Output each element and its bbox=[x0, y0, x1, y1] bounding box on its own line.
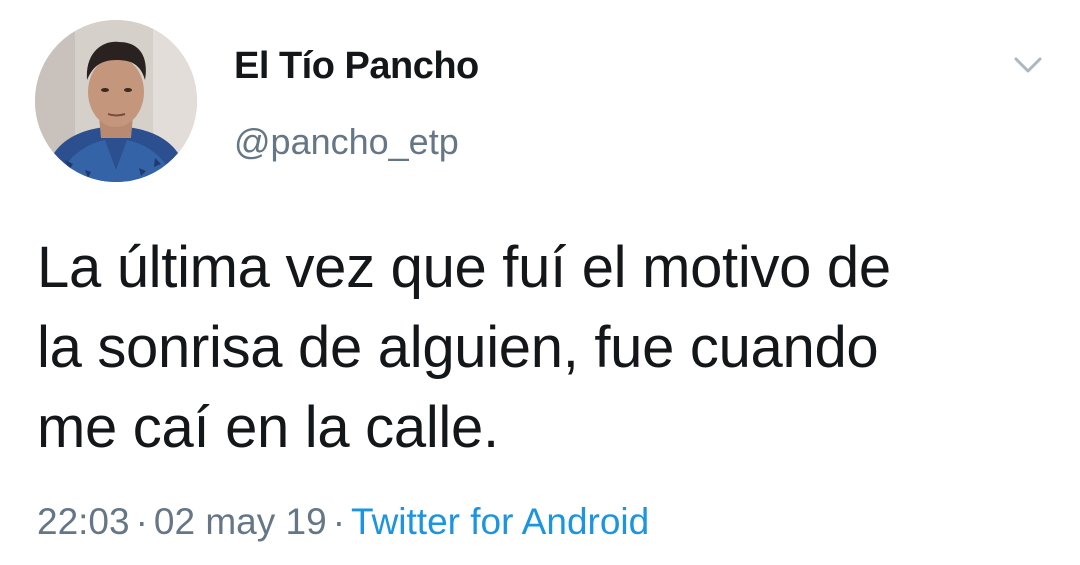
chevron-down-icon bbox=[1014, 57, 1042, 73]
display-name[interactable]: El Tío Pancho bbox=[234, 45, 479, 88]
avatar-photo-icon bbox=[35, 20, 197, 182]
tweet-source-link[interactable]: Twitter for Android bbox=[351, 501, 649, 542]
tweet-text: La última vez que fuí el motivo de la so… bbox=[37, 228, 1047, 468]
tweet-text-line: La última vez que fuí el motivo de bbox=[37, 235, 891, 300]
avatar[interactable] bbox=[35, 20, 197, 182]
tweet-text-line: la sonrisa de alguien, fue cuando bbox=[37, 315, 879, 380]
tweet-text-line: me caí en la calle. bbox=[37, 395, 499, 460]
tweet-menu-button[interactable] bbox=[1008, 50, 1048, 80]
tweet-meta: 22:03 · 02 may 19 · Twitter for Android bbox=[37, 501, 649, 543]
tweet-date[interactable]: 02 may 19 bbox=[154, 501, 327, 542]
tweet-card: El Tío Pancho @pancho_etp La última vez … bbox=[0, 0, 1080, 565]
meta-separator: · bbox=[135, 501, 148, 542]
meta-separator: · bbox=[332, 501, 346, 542]
tweet-time[interactable]: 22:03 bbox=[37, 501, 130, 542]
user-handle[interactable]: @pancho_etp bbox=[234, 121, 459, 163]
